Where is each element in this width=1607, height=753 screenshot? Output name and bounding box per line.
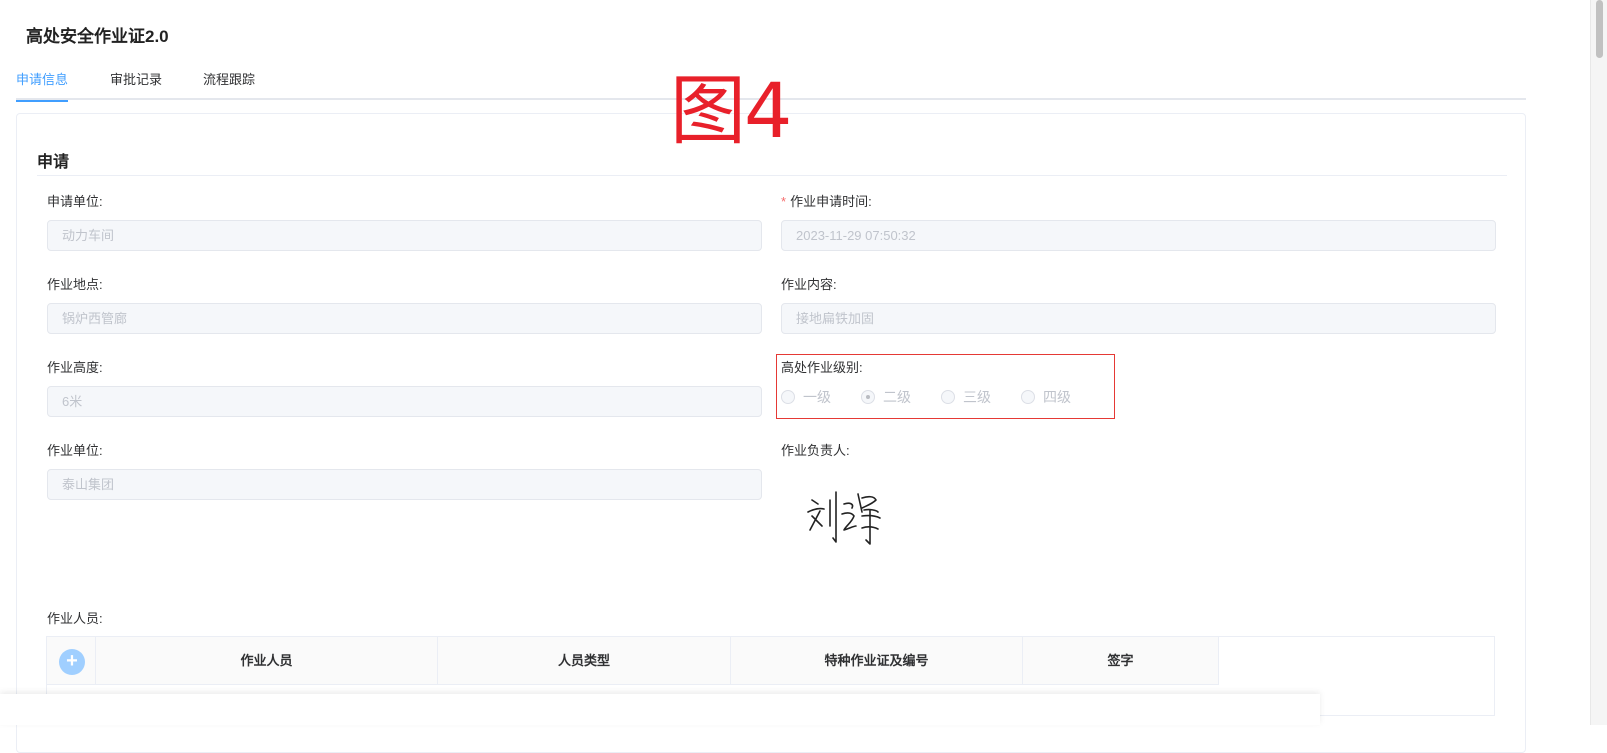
column-header-signature: 签字 bbox=[1023, 637, 1219, 685]
location-label: 作业地点: bbox=[47, 277, 103, 292]
column-header-type: 人员类型 bbox=[438, 637, 731, 685]
apply-time-input[interactable]: 2023-11-29 07:50:32 bbox=[781, 220, 1496, 251]
leader-signature bbox=[807, 491, 881, 545]
apply-unit-input[interactable]: 动力车间 bbox=[47, 220, 762, 251]
table-add-cell: + bbox=[47, 637, 96, 685]
workers-label: 作业人员: bbox=[47, 611, 103, 626]
leader-label: 作业负责人: bbox=[781, 443, 850, 458]
column-header-worker: 作业人员 bbox=[96, 637, 438, 685]
height-label: 作业高度: bbox=[47, 360, 103, 375]
work-unit-label: 作业单位: bbox=[47, 443, 103, 458]
bottom-overlay-bar bbox=[0, 694, 1320, 725]
apply-time-label: * 作业申请时间: bbox=[781, 191, 872, 210]
page-title: 高处安全作业证2.0 bbox=[26, 27, 169, 46]
figure-overlay-label: 图4 bbox=[670, 66, 792, 155]
content-label: 作业内容: bbox=[781, 277, 837, 292]
tab-apply-info[interactable]: 申请信息 bbox=[16, 72, 69, 102]
tab-process-tracking[interactable]: 流程跟踪 bbox=[203, 72, 255, 100]
add-row-button[interactable]: + bbox=[59, 649, 85, 675]
required-mark: * bbox=[781, 194, 787, 209]
work-unit-input[interactable]: 泰山集团 bbox=[47, 469, 762, 500]
apply-time-label-text: 作业申请时间: bbox=[790, 194, 872, 209]
location-input[interactable]: 锅炉西管廊 bbox=[47, 303, 762, 334]
level-highlight-box bbox=[776, 354, 1115, 419]
content-input[interactable]: 接地扁铁加固 bbox=[781, 303, 1496, 334]
vertical-scrollbar[interactable] bbox=[1590, 0, 1607, 725]
tab-approval-records[interactable]: 审批记录 bbox=[110, 72, 162, 100]
section-title: 申请 bbox=[37, 154, 70, 171]
apply-unit-label: 申请单位: bbox=[47, 194, 103, 209]
section-divider bbox=[37, 175, 1507, 176]
height-input[interactable]: 6米 bbox=[47, 386, 762, 417]
scrollbar-thumb[interactable] bbox=[1596, 0, 1603, 58]
column-header-certificate: 特种作业证及编号 bbox=[731, 637, 1023, 685]
